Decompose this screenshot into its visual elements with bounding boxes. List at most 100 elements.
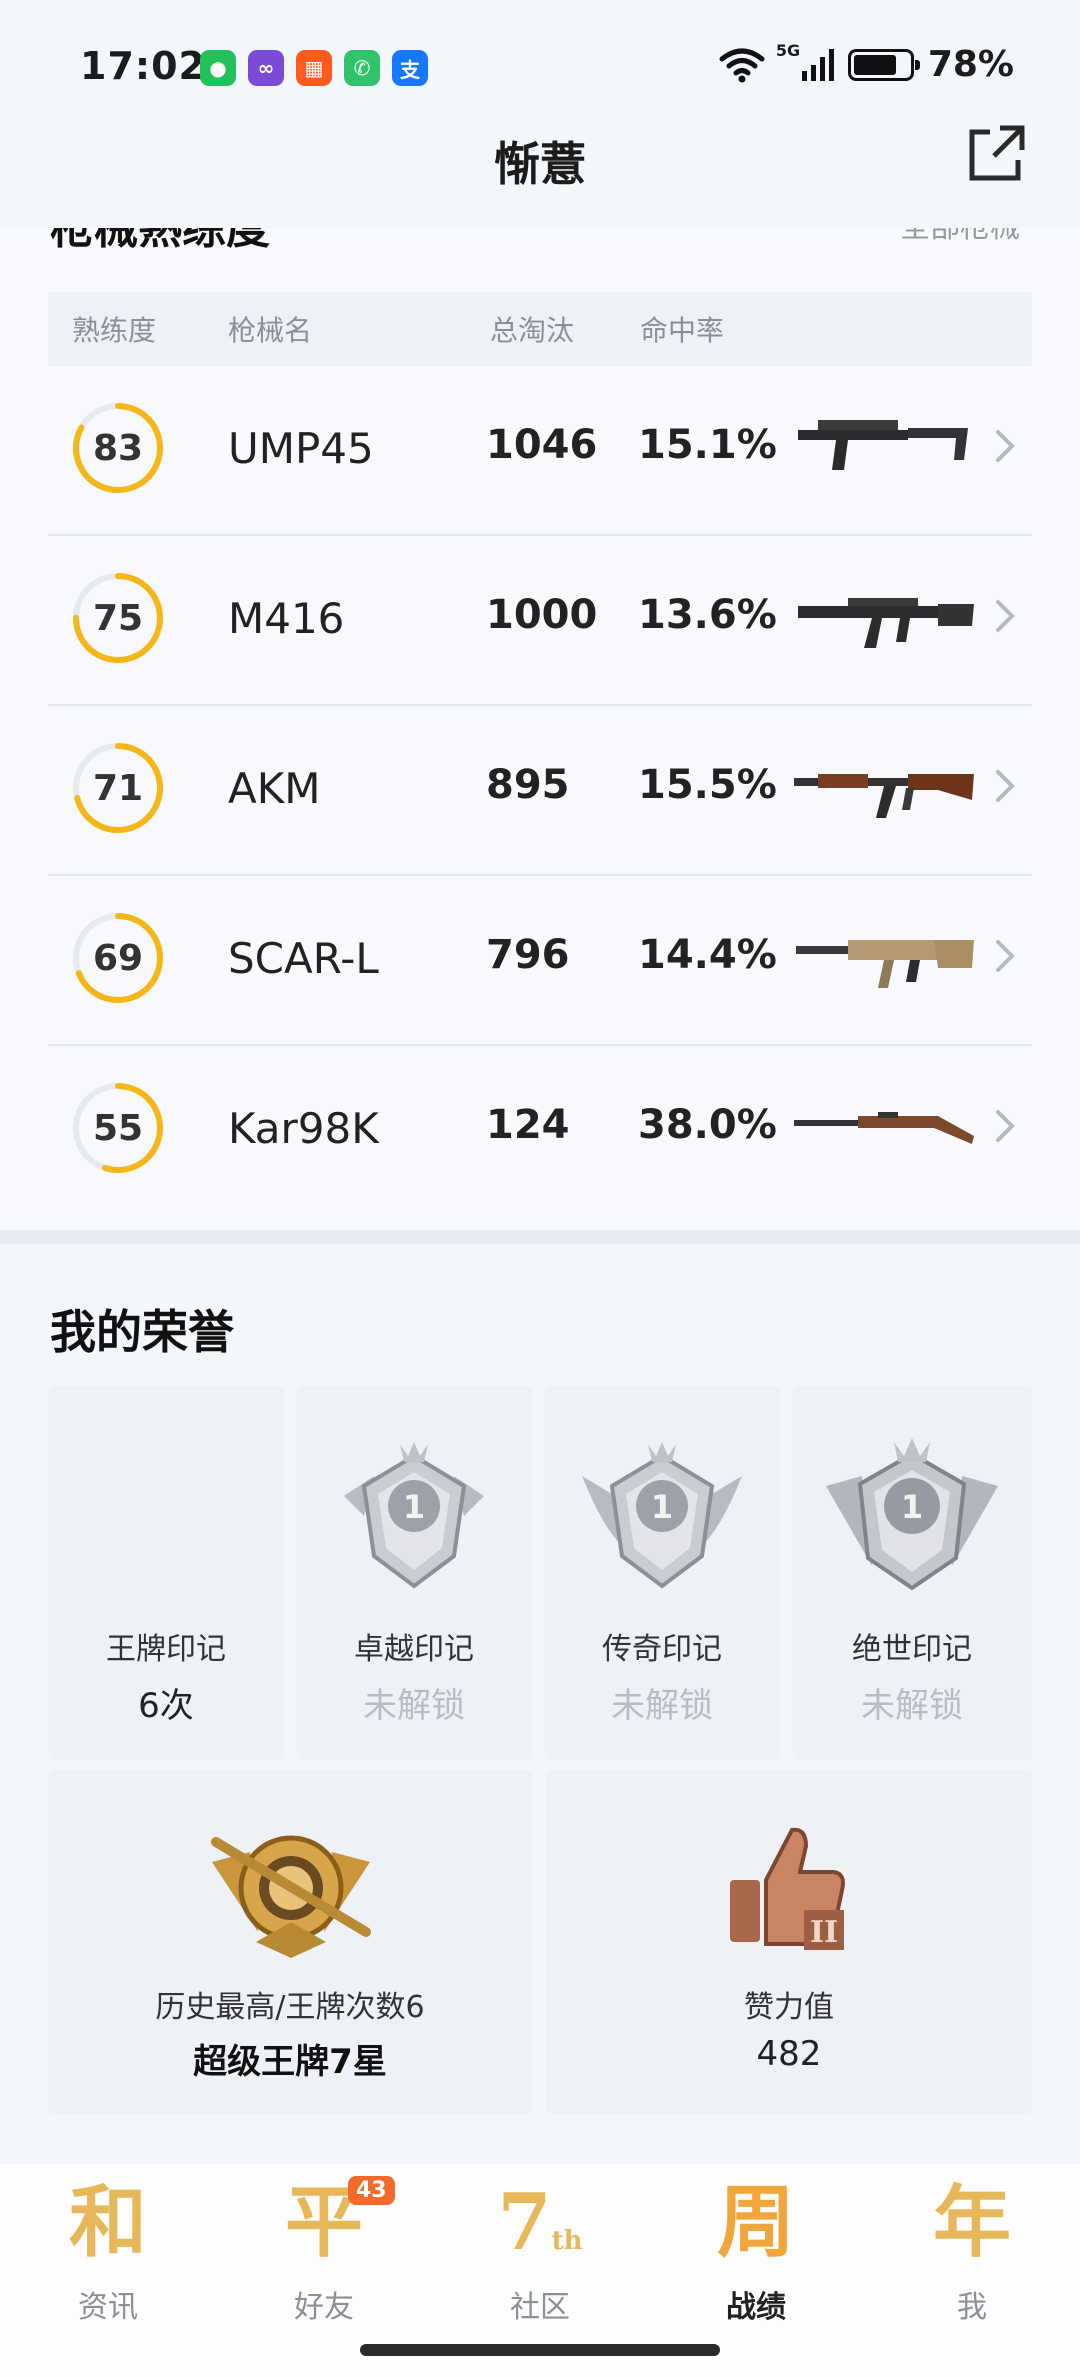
weapon-kills: 895 bbox=[486, 762, 570, 808]
honor-card-peerless-mark[interactable]: 1 绝世印记 未解锁 bbox=[792, 1386, 1032, 1760]
column-proficiency: 熟练度 bbox=[72, 314, 157, 347]
tab-label: 战绩 bbox=[726, 2290, 786, 2325]
weapon-kills: 1000 bbox=[486, 592, 598, 638]
page-header: 惭薏 bbox=[0, 118, 1080, 218]
weapon-hit-rate: 15.5% bbox=[638, 762, 777, 808]
honor-label: 绝世印记 bbox=[852, 1632, 972, 1667]
weapon-row[interactable]: 69 SCAR-L 796 14.4% bbox=[48, 876, 1032, 1046]
honor-value: 未解锁 bbox=[611, 1686, 713, 1726]
honor-label: 卓越印记 bbox=[354, 1632, 474, 1667]
weapon-name: UMP45 bbox=[228, 424, 374, 473]
column-weapon-name: 枪械名 bbox=[228, 314, 313, 347]
silver-winged-badge-icon: 1 bbox=[582, 1442, 742, 1589]
proficiency-ring: 69 bbox=[70, 910, 166, 1006]
weapon-row[interactable]: 71 AKM 895 15.5% bbox=[48, 706, 1032, 876]
tab-stats[interactable]: 周 战绩 bbox=[648, 2176, 864, 2336]
alipay-icon: 支 bbox=[392, 50, 428, 86]
cellular-signal-icon: 5G bbox=[776, 41, 834, 81]
weapon-hit-rate: 15.1% bbox=[638, 422, 777, 468]
weapon-name: AKM bbox=[228, 764, 321, 813]
tab-stats-icon: 周 bbox=[716, 2177, 795, 2268]
weapon-hit-rate: 14.4% bbox=[638, 932, 777, 978]
wechat-icon: ● bbox=[200, 50, 236, 86]
tab-me[interactable]: 年 我 bbox=[864, 2176, 1080, 2336]
page-title: 惭薏 bbox=[494, 137, 586, 191]
honor-card-ace-mark[interactable]: 王牌印记 6次 bbox=[48, 1386, 284, 1760]
tab-friends-icon: 平 bbox=[284, 2177, 363, 2268]
weapon-row[interactable]: 83 UMP45 1046 15.1% bbox=[48, 366, 1032, 536]
section-divider bbox=[0, 1230, 1080, 1244]
all-weapons-link[interactable]: 全部枪械 bbox=[900, 228, 1020, 246]
status-time: 17:02 bbox=[80, 44, 206, 88]
tab-community[interactable]: 7th 社区 bbox=[432, 2176, 648, 2336]
notification-app-icons: ● ∞ ▦ ✆ 支 bbox=[200, 50, 428, 86]
weapon-kills: 796 bbox=[486, 932, 570, 978]
chevron-right-icon bbox=[996, 770, 1015, 802]
weapon-image-icon bbox=[794, 1112, 974, 1144]
honor-label: 王牌印记 bbox=[106, 1632, 226, 1667]
home-indicator[interactable] bbox=[360, 2344, 720, 2356]
tab-me-icon: 年 bbox=[932, 2177, 1011, 2268]
weapon-image-icon bbox=[794, 774, 974, 818]
svg-text:II: II bbox=[810, 1915, 838, 1950]
silver-crest-badge-icon: 1 bbox=[826, 1438, 998, 1591]
weapon-image-icon bbox=[796, 940, 974, 988]
weapon-proficiency-section: 枪械熟练度 全部枪械 熟练度 枪械名 总淘汰 命中率 83 UMP45 1046… bbox=[0, 228, 1080, 1230]
weapon-image-icon bbox=[798, 598, 974, 648]
badge-number: 1 bbox=[651, 1488, 673, 1526]
honor-value: 6次 bbox=[138, 1686, 194, 1726]
weapon-kills: 124 bbox=[486, 1102, 570, 1148]
battery-percent: 78% bbox=[927, 44, 1014, 85]
honor-card-excellence-mark[interactable]: 1 卓越印记 未解锁 bbox=[296, 1386, 532, 1760]
tab-friends[interactable]: 平 43 好友 bbox=[216, 2176, 432, 2336]
proficiency-value: 69 bbox=[92, 937, 144, 979]
honor-section-title: 我的荣誉 bbox=[50, 1305, 234, 1359]
status-bar: 17:02 ● ∞ ▦ ✆ 支 5G 78% bbox=[0, 0, 1080, 130]
honor-card-highest-rank[interactable]: 历史最高/王牌次数6 超级王牌7星 bbox=[48, 1770, 532, 2114]
proficiency-value: 71 bbox=[92, 767, 144, 809]
tab-label: 资讯 bbox=[78, 2290, 138, 2325]
proficiency-value: 75 bbox=[92, 597, 144, 639]
weapon-row[interactable]: 75 M416 1000 13.6% bbox=[48, 536, 1032, 706]
chevron-right-icon bbox=[996, 1110, 1015, 1142]
proficiency-ring: 71 bbox=[70, 740, 166, 836]
thumbs-up-icon: II bbox=[730, 1827, 845, 1950]
grid-app-icon: ▦ bbox=[296, 50, 332, 86]
share-button[interactable] bbox=[964, 122, 1028, 186]
honor-card-praise[interactable]: II 赞力值 482 bbox=[546, 1770, 1032, 2114]
column-total-kills: 总淘汰 bbox=[490, 314, 575, 347]
table-header: 熟练度 枪械名 总淘汰 命中率 bbox=[48, 292, 1032, 366]
proficiency-ring: 55 bbox=[70, 1080, 166, 1176]
honor-card-legend-mark[interactable]: 1 传奇印记 未解锁 bbox=[544, 1386, 780, 1760]
praise-value: 482 bbox=[756, 2034, 822, 2074]
honor-label: 传奇印记 bbox=[602, 1632, 722, 1667]
honor-value: 未解锁 bbox=[861, 1686, 963, 1726]
wifi-icon bbox=[719, 48, 765, 82]
tab-news-icon: 和 bbox=[68, 2177, 147, 2268]
tab-label: 我 bbox=[957, 2290, 987, 2325]
weapon-row[interactable]: 55 Kar98K 124 38.0% bbox=[48, 1046, 1032, 1216]
proficiency-value: 55 bbox=[92, 1107, 144, 1149]
highest-rank-value: 超级王牌7星 bbox=[193, 2042, 387, 2082]
friends-notification-badge: 43 bbox=[348, 2176, 395, 2205]
tab-news[interactable]: 和 资讯 bbox=[0, 2176, 216, 2336]
tab-label: 好友 bbox=[294, 2290, 354, 2325]
weapon-hit-rate: 38.0% bbox=[638, 1102, 777, 1148]
chevron-right-icon bbox=[996, 940, 1015, 972]
proficiency-ring: 75 bbox=[70, 570, 166, 666]
tab-community-icon: 7th bbox=[497, 2177, 583, 2268]
praise-label: 赞力值 bbox=[744, 1990, 834, 2025]
section-title: 枪械熟练度 bbox=[50, 228, 270, 254]
silver-rank-badge-icon: 1 bbox=[344, 1442, 484, 1589]
proficiency-value: 83 bbox=[92, 427, 144, 469]
weapon-name: M416 bbox=[228, 594, 345, 643]
weapon-hit-rate: 13.6% bbox=[638, 592, 777, 638]
gold-ace-badge-icon bbox=[211, 1835, 371, 1958]
network-type: 5G bbox=[775, 40, 801, 60]
badge-number: 1 bbox=[901, 1488, 923, 1526]
soul-icon: ∞ bbox=[248, 50, 284, 86]
weapon-kills: 1046 bbox=[486, 422, 598, 468]
column-hit-rate: 命中率 bbox=[640, 314, 725, 347]
battery-icon bbox=[847, 48, 920, 81]
proficiency-ring: 83 bbox=[70, 400, 166, 496]
